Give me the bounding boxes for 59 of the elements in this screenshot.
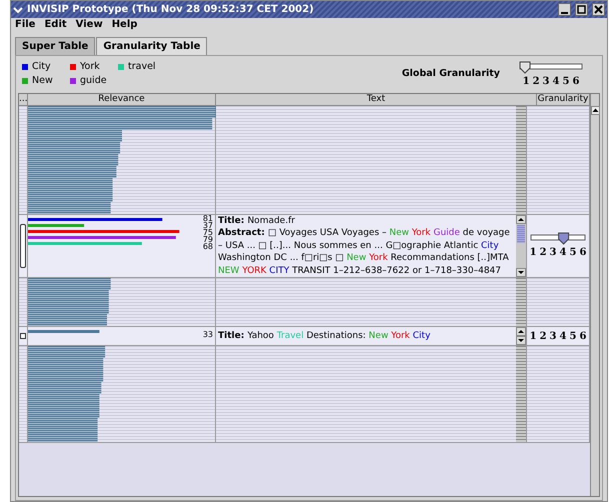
row-handle[interactable] <box>20 224 26 268</box>
legend-label: guide <box>80 74 107 88</box>
tick-label: 1 <box>522 74 530 88</box>
score-value: 81 <box>202 215 213 222</box>
tick-label: 5 <box>562 74 570 88</box>
tick-label: 2 <box>540 330 547 344</box>
score-value: 37 <box>202 222 213 229</box>
menu-icon <box>13 4 23 14</box>
scroll-thumb[interactable] <box>517 225 525 243</box>
legend-label: York <box>80 60 100 74</box>
tick-label: 4 <box>552 74 560 88</box>
legend-label: New <box>32 74 53 88</box>
minimize-icon <box>561 12 568 14</box>
maximize-icon <box>576 4 587 15</box>
tick-label: 5 <box>569 330 576 344</box>
row-scrollbar[interactable] <box>516 106 526 214</box>
minimize-button[interactable] <box>558 3 571 16</box>
tick-label: 2 <box>532 74 540 88</box>
checkbox[interactable] <box>20 333 26 339</box>
window-title: INVISIP Prototype (Thu Nov 28 09:52:37 CET 2002) <box>27 3 315 17</box>
row-scrollbar[interactable] <box>516 346 526 442</box>
tick-label: 4 <box>560 246 566 260</box>
legend-label: City <box>32 60 51 74</box>
title-text: Title: Yahoo Travel Destinations: New York City <box>218 330 432 342</box>
tick-label: 5 <box>569 246 576 260</box>
tick-label: 6 <box>579 330 586 344</box>
abstract-text: Abstract: □ Voyages USA Voyages – New York Guide de voyage – USA ... □ [..]... Nous sommes en ... G□ographie Atlantic City Washington DC ... f□ri□s □ New York Recommandations [..]MTA NEW YORK CITY TRANSIT 1–212–638–7622 or 1–718–330–4847 <box>218 227 511 277</box>
tick-label: 1 <box>530 330 537 344</box>
scroll-down-icon <box>516 336 526 345</box>
legend-label: travel <box>128 60 156 74</box>
menu-item[interactable]: View <box>76 17 103 32</box>
score-value: 68 <box>202 243 213 250</box>
tick-label: 1 <box>530 246 537 260</box>
slider-thumb[interactable] <box>520 61 530 74</box>
row-scrollbar[interactable] <box>516 278 526 326</box>
score-value: 79 <box>202 236 213 243</box>
maximize-button[interactable] <box>575 3 588 16</box>
menu-item[interactable]: File <box>15 17 36 32</box>
close-button[interactable] <box>592 3 605 16</box>
tick-label: 3 <box>550 246 556 260</box>
tick-label: 2 <box>540 246 547 260</box>
tick-label: 6 <box>579 246 586 260</box>
close-icon <box>593 4 604 15</box>
tick-label: 3 <box>550 330 556 344</box>
title-text: Title: Nomade.fr <box>218 215 296 227</box>
slider-label: Global Granularity <box>402 67 500 82</box>
tab[interactable]: Granularity Table <box>96 37 208 55</box>
score-value: 75 <box>202 229 213 236</box>
scroll-up-icon <box>516 215 526 224</box>
tick-label: 4 <box>560 330 566 344</box>
score-value: 33 <box>202 331 213 338</box>
tab[interactable]: Super Table <box>15 37 96 55</box>
menu-item[interactable]: Edit <box>44 17 67 32</box>
slider-thumb[interactable] <box>558 232 570 245</box>
tick-label: 3 <box>542 74 550 88</box>
scroll-down-icon <box>516 268 526 277</box>
scroll-up-icon <box>516 327 526 336</box>
menu-item[interactable]: Help <box>112 17 138 32</box>
tick-label: 6 <box>572 74 580 88</box>
